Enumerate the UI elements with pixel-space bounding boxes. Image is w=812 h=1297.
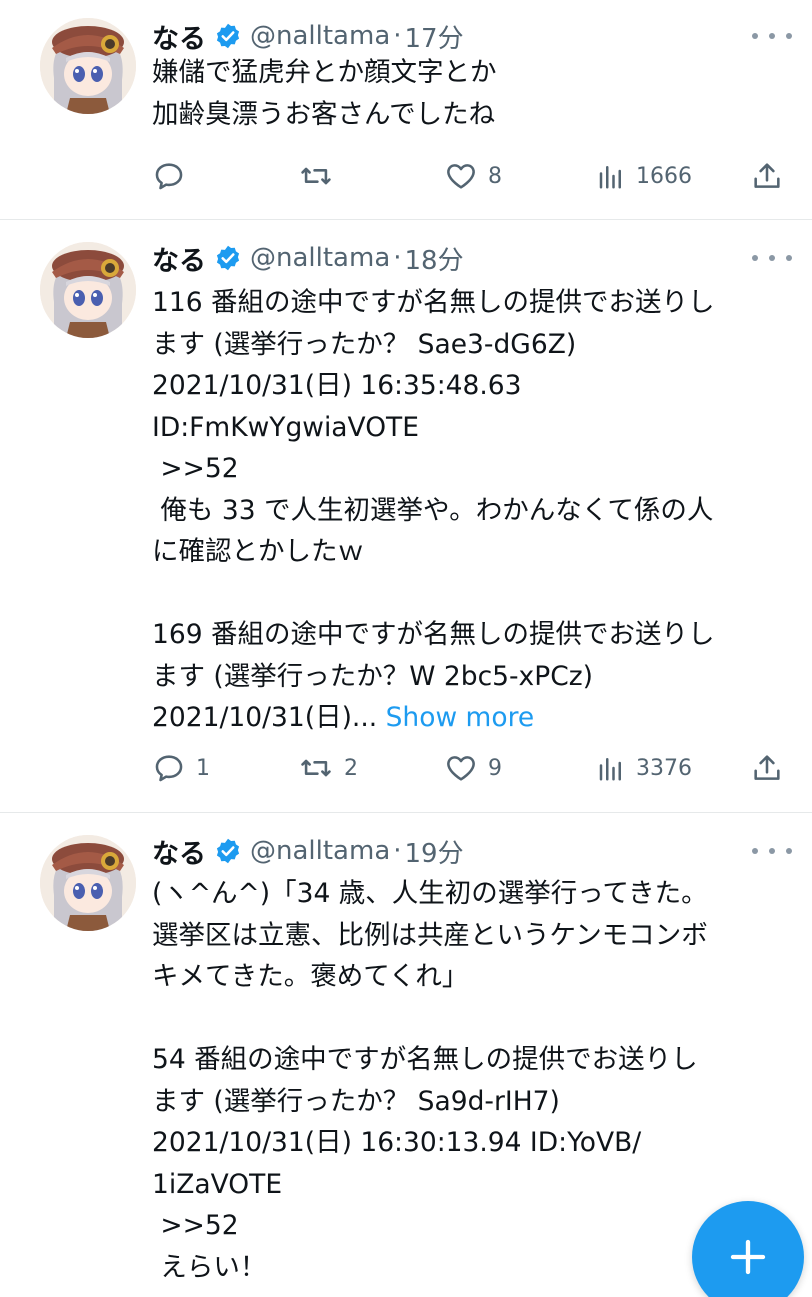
verified-badge-icon: [214, 22, 242, 50]
tweet-text-line: 169 番組の途中ですが名無しの提供でお送りし: [152, 619, 715, 650]
tweet-text: (ヽ^ん^)「34 歳、人生初の選挙行ってきた。 選挙区は立憲、比例は共産という…: [152, 873, 792, 1288]
tweet-2[interactable]: なる @nalltama · 18分 116 番組の途中ですが名無しの提供でお送…: [0, 220, 812, 812]
share-button[interactable]: [750, 156, 784, 196]
tweet-header: なる @nalltama · 17分: [152, 16, 464, 56]
tweet-text: 嫌儲で猛虎弁とか顔文字とか 加齢臭漂うお客さんでしたね: [152, 52, 792, 135]
reply-button[interactable]: [152, 156, 196, 196]
verified-badge-icon: [214, 837, 242, 865]
reply-button[interactable]: 1: [152, 748, 210, 788]
tweet-actions: 1 2 9 3376: [152, 748, 792, 788]
more-dots-icon[interactable]: [752, 21, 792, 51]
heart-icon: [447, 756, 475, 781]
tweet-3[interactable]: なる @nalltama · 19分 (ヽ^ん^)「34 歳、人生初の選挙行って…: [0, 813, 812, 1297]
tweet-text-line-last: 2021/10/31(日)... Show more: [152, 697, 792, 739]
display-name[interactable]: なる: [152, 17, 206, 56]
views-bar-chart-icon: [599, 166, 621, 189]
tweet-text: 116 番組の途中ですが名無しの提供でお送りし ます (選挙行ったか？ Sae3…: [152, 282, 792, 739]
truncated-text: 2021/10/31(日)...: [152, 702, 386, 733]
retweet-icon: [301, 167, 331, 185]
separator-dot: ·: [393, 243, 402, 273]
retweet-count: 2: [344, 755, 358, 781]
tweet-text-line: (ヽ^ん^)「34 歳、人生初の選挙行ってきた。: [152, 878, 708, 909]
verified-badge-icon: [214, 244, 242, 272]
reply-icon: [155, 163, 183, 190]
tweet-header: なる @nalltama · 18分: [152, 238, 464, 278]
more-dots-icon[interactable]: [752, 836, 792, 866]
views-bar-chart-icon: [599, 758, 621, 781]
reply-count: 1: [196, 755, 210, 781]
timestamp[interactable]: 18分: [405, 240, 464, 277]
more-dots-icon[interactable]: [752, 243, 792, 273]
avatar[interactable]: [40, 835, 136, 931]
like-count: 8: [488, 163, 502, 189]
tweet-text-line: [152, 998, 792, 1040]
tweet-text-line: に確認とかしたｗ: [152, 536, 364, 567]
share-upload-icon: [754, 755, 780, 780]
separator-dot: ·: [393, 836, 402, 866]
like-button[interactable]: 8: [444, 156, 502, 196]
tweet-text-line: キメてきた。褒めてくれ」: [152, 961, 469, 992]
tweet-text-line: 2021/10/31(日) 16:30:13.94 ID:YoVB/: [152, 1127, 642, 1158]
tweet-text-line: [152, 573, 792, 615]
user-handle[interactable]: @nalltama: [250, 243, 390, 273]
heart-icon: [447, 164, 475, 189]
retweet-button[interactable]: [298, 156, 344, 196]
tweet-text-line: 2021/10/31(日) 16:35:48.63: [152, 370, 522, 401]
tweet-text-line: 加齢臭漂うお客さんでしたね: [152, 98, 496, 130]
tweet-text-line: ID:FmKwYgwiaVOTE: [152, 411, 419, 443]
display-name[interactable]: なる: [152, 832, 206, 871]
view-count: 1666: [636, 163, 692, 189]
tweet-text-line: 116 番組の途中ですが名無しの提供でお送りし: [152, 287, 715, 318]
like-count: 9: [488, 755, 502, 781]
tweet-text-line: ます (選挙行ったか？ Sae3-dG6Z): [152, 328, 577, 360]
tweet-text-line: >>52: [152, 453, 239, 484]
user-handle[interactable]: @nalltama: [250, 836, 390, 866]
share-button[interactable]: [750, 748, 784, 788]
tweet-text-line: 選挙区は立憲、比例は共産というケンモコンボ: [152, 919, 708, 951]
tweet-text-line: 嫌儲で猛虎弁とか顔文字とか: [152, 57, 497, 88]
display-name[interactable]: なる: [152, 239, 206, 278]
view-count: 3376: [636, 755, 692, 781]
tweet-text-line: 1iZaVOTE: [152, 1168, 283, 1200]
tweet-header: なる @nalltama · 19分: [152, 831, 464, 871]
plus-icon: [730, 1239, 766, 1275]
tweet-text-line: 54 番組の途中ですが名無しの提供でお送りし: [152, 1044, 698, 1075]
timestamp[interactable]: 17分: [405, 18, 464, 55]
tweet-actions: 8 1666: [152, 156, 792, 196]
like-button[interactable]: 9: [444, 748, 502, 788]
avatar-image: [40, 18, 136, 114]
avatar[interactable]: [40, 18, 136, 114]
tweet-text-line: 俺も 33 で人生初選挙や。わかんなくて係の人: [152, 494, 714, 526]
tweet-text-line: ます (選挙行ったか？ Sa9d-rIH7): [152, 1085, 560, 1117]
retweet-button[interactable]: 2: [298, 748, 358, 788]
timestamp[interactable]: 19分: [405, 833, 464, 870]
avatar-image: [40, 242, 136, 338]
views-button[interactable]: 3376: [596, 748, 692, 788]
views-button[interactable]: 1666: [596, 156, 692, 196]
retweet-icon: [301, 759, 331, 777]
separator-dot: ·: [393, 21, 402, 51]
tweet-1[interactable]: なる @nalltama · 17分 嫌儲で猛虎弁とか顔文字とか 加齢臭漂うお客…: [0, 0, 812, 220]
user-handle[interactable]: @nalltama: [250, 21, 390, 51]
tweet-text-line: ます (選挙行ったか？W 2bc5-xPCz): [152, 660, 593, 692]
show-more-link[interactable]: Show more: [386, 702, 535, 733]
avatar[interactable]: [40, 242, 136, 338]
share-upload-icon: [754, 163, 780, 188]
avatar-image: [40, 835, 136, 931]
reply-icon: [155, 755, 183, 782]
